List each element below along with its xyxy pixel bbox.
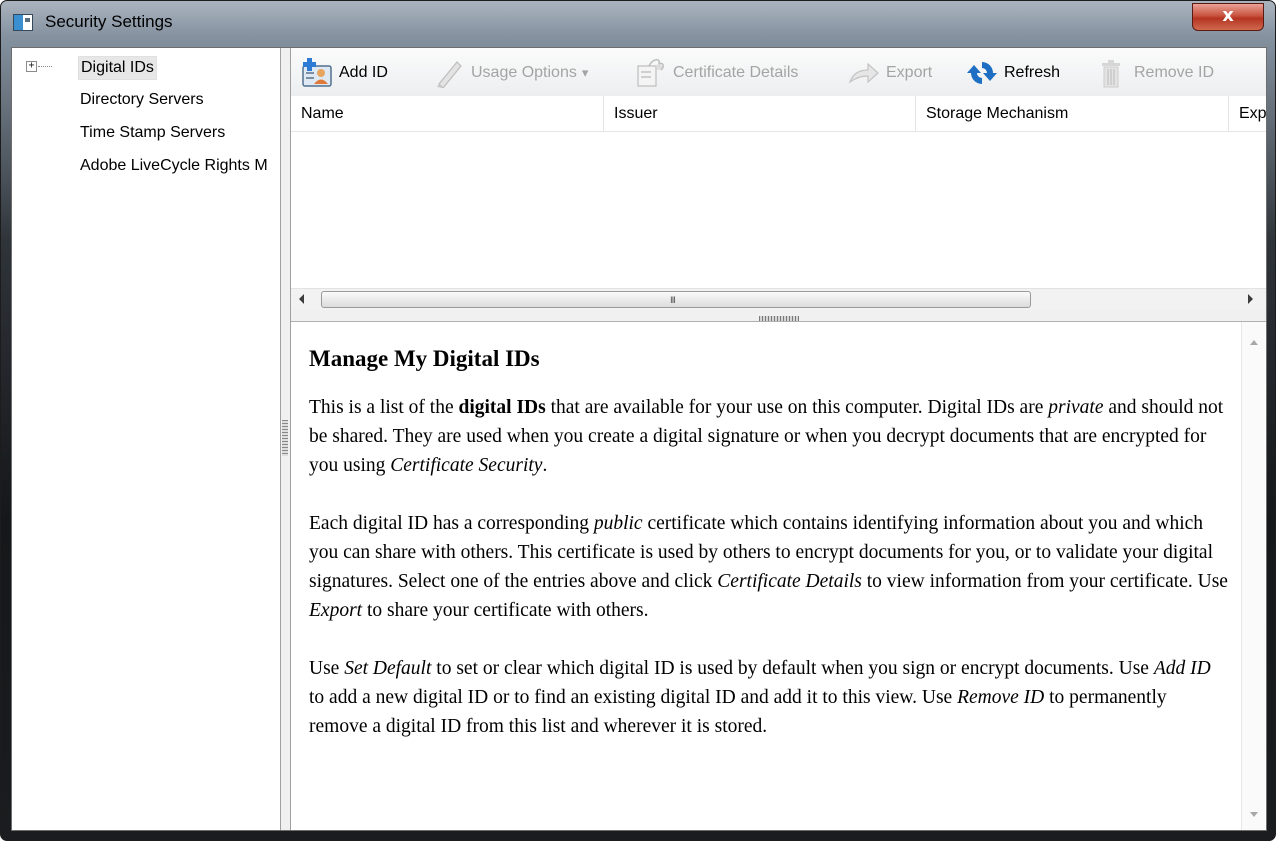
navigation-tree: + Digital IDs Directory Servers Time Sta…	[12, 48, 280, 830]
horizontal-scrollbar[interactable]: III	[291, 288, 1266, 310]
refresh-button[interactable]: Refresh	[966, 58, 1060, 88]
tree-item-directory-servers[interactable]: Directory Servers	[78, 89, 206, 113]
help-title: Manage My Digital IDs	[309, 346, 540, 371]
scroll-right-icon[interactable]	[1248, 294, 1253, 304]
tree-connector	[38, 66, 52, 67]
security-settings-window: Security Settings x + Digital IDs Direct…	[0, 0, 1276, 841]
export-arrow-icon	[848, 58, 880, 88]
help-paragraph: This is a list of the digital IDs that a…	[309, 397, 1224, 476]
help-paragraph: Use Set Default to set or clear which di…	[309, 658, 1211, 737]
tree-item-adobe-livecycle[interactable]: Adobe LiveCycle Rights M	[78, 155, 280, 179]
refresh-label: Refresh	[1004, 64, 1061, 81]
digital-id-list-header: Name Issuer Storage Mechanism Exp	[291, 96, 1266, 132]
app-window-icon	[13, 14, 33, 31]
close-button[interactable]: x	[1192, 3, 1264, 31]
remove-id-button[interactable]: Remove ID	[1096, 58, 1214, 88]
horizontal-splitter[interactable]	[291, 310, 1266, 322]
certificate-details-button[interactable]: Certificate Details	[635, 58, 798, 88]
vertical-splitter[interactable]	[280, 48, 291, 830]
scroll-left-icon[interactable]	[299, 294, 304, 304]
chevron-down-icon: ▾	[581, 65, 589, 80]
help-pane: Manage My Digital IDs This is a list of …	[291, 322, 1266, 830]
column-header-storage-mechanism[interactable]: Storage Mechanism	[916, 96, 1229, 132]
usage-options-label: Usage Options	[471, 64, 577, 81]
export-label: Export	[886, 64, 933, 81]
scroll-up-icon[interactable]	[1250, 340, 1258, 345]
tree-item-digital-ids[interactable]: Digital IDs	[78, 56, 157, 80]
add-id-label: Add ID	[339, 64, 388, 81]
vertical-scrollbar[interactable]	[1241, 322, 1265, 830]
column-header-expires[interactable]: Exp	[1229, 96, 1266, 132]
scroll-down-icon[interactable]	[1250, 812, 1258, 817]
window-title: Security Settings	[45, 12, 173, 31]
certificate-details-label: Certificate Details	[673, 64, 799, 81]
column-header-issuer[interactable]: Issuer	[604, 96, 916, 132]
add-id-button[interactable]: Add ID	[301, 58, 388, 88]
add-id-icon	[301, 58, 333, 88]
right-pane: Add ID Usage Options ▾ Certificate Detai…	[291, 48, 1266, 830]
title-bar[interactable]: Security Settings x	[1, 1, 1275, 47]
help-paragraph: Each digital ID has a corresponding publ…	[309, 513, 1228, 621]
close-icon: x	[1222, 5, 1234, 26]
refresh-icon	[966, 58, 998, 88]
client-area: + Digital IDs Directory Servers Time Sta…	[11, 47, 1267, 831]
trash-icon	[1096, 58, 1128, 88]
remove-id-label: Remove ID	[1134, 64, 1215, 81]
tree-item-time-stamp-servers[interactable]: Time Stamp Servers	[78, 122, 278, 146]
horizontal-scroll-thumb[interactable]: III	[321, 291, 1031, 308]
help-content: Manage My Digital IDs This is a list of …	[309, 346, 1229, 770]
export-button[interactable]: Export	[848, 58, 932, 88]
usage-options-button[interactable]: Usage Options ▾	[433, 58, 589, 89]
digital-id-list[interactable]	[291, 132, 1266, 288]
scroll-grip: III	[670, 296, 676, 306]
splitter-grip[interactable]	[282, 420, 288, 456]
splitter-grip[interactable]	[759, 316, 799, 321]
column-header-name[interactable]: Name	[291, 96, 604, 132]
tree-expand-icon[interactable]: +	[26, 61, 37, 72]
certificate-icon	[635, 58, 667, 88]
pen-icon	[433, 58, 465, 89]
toolbar: Add ID Usage Options ▾ Certificate Detai…	[291, 48, 1266, 96]
